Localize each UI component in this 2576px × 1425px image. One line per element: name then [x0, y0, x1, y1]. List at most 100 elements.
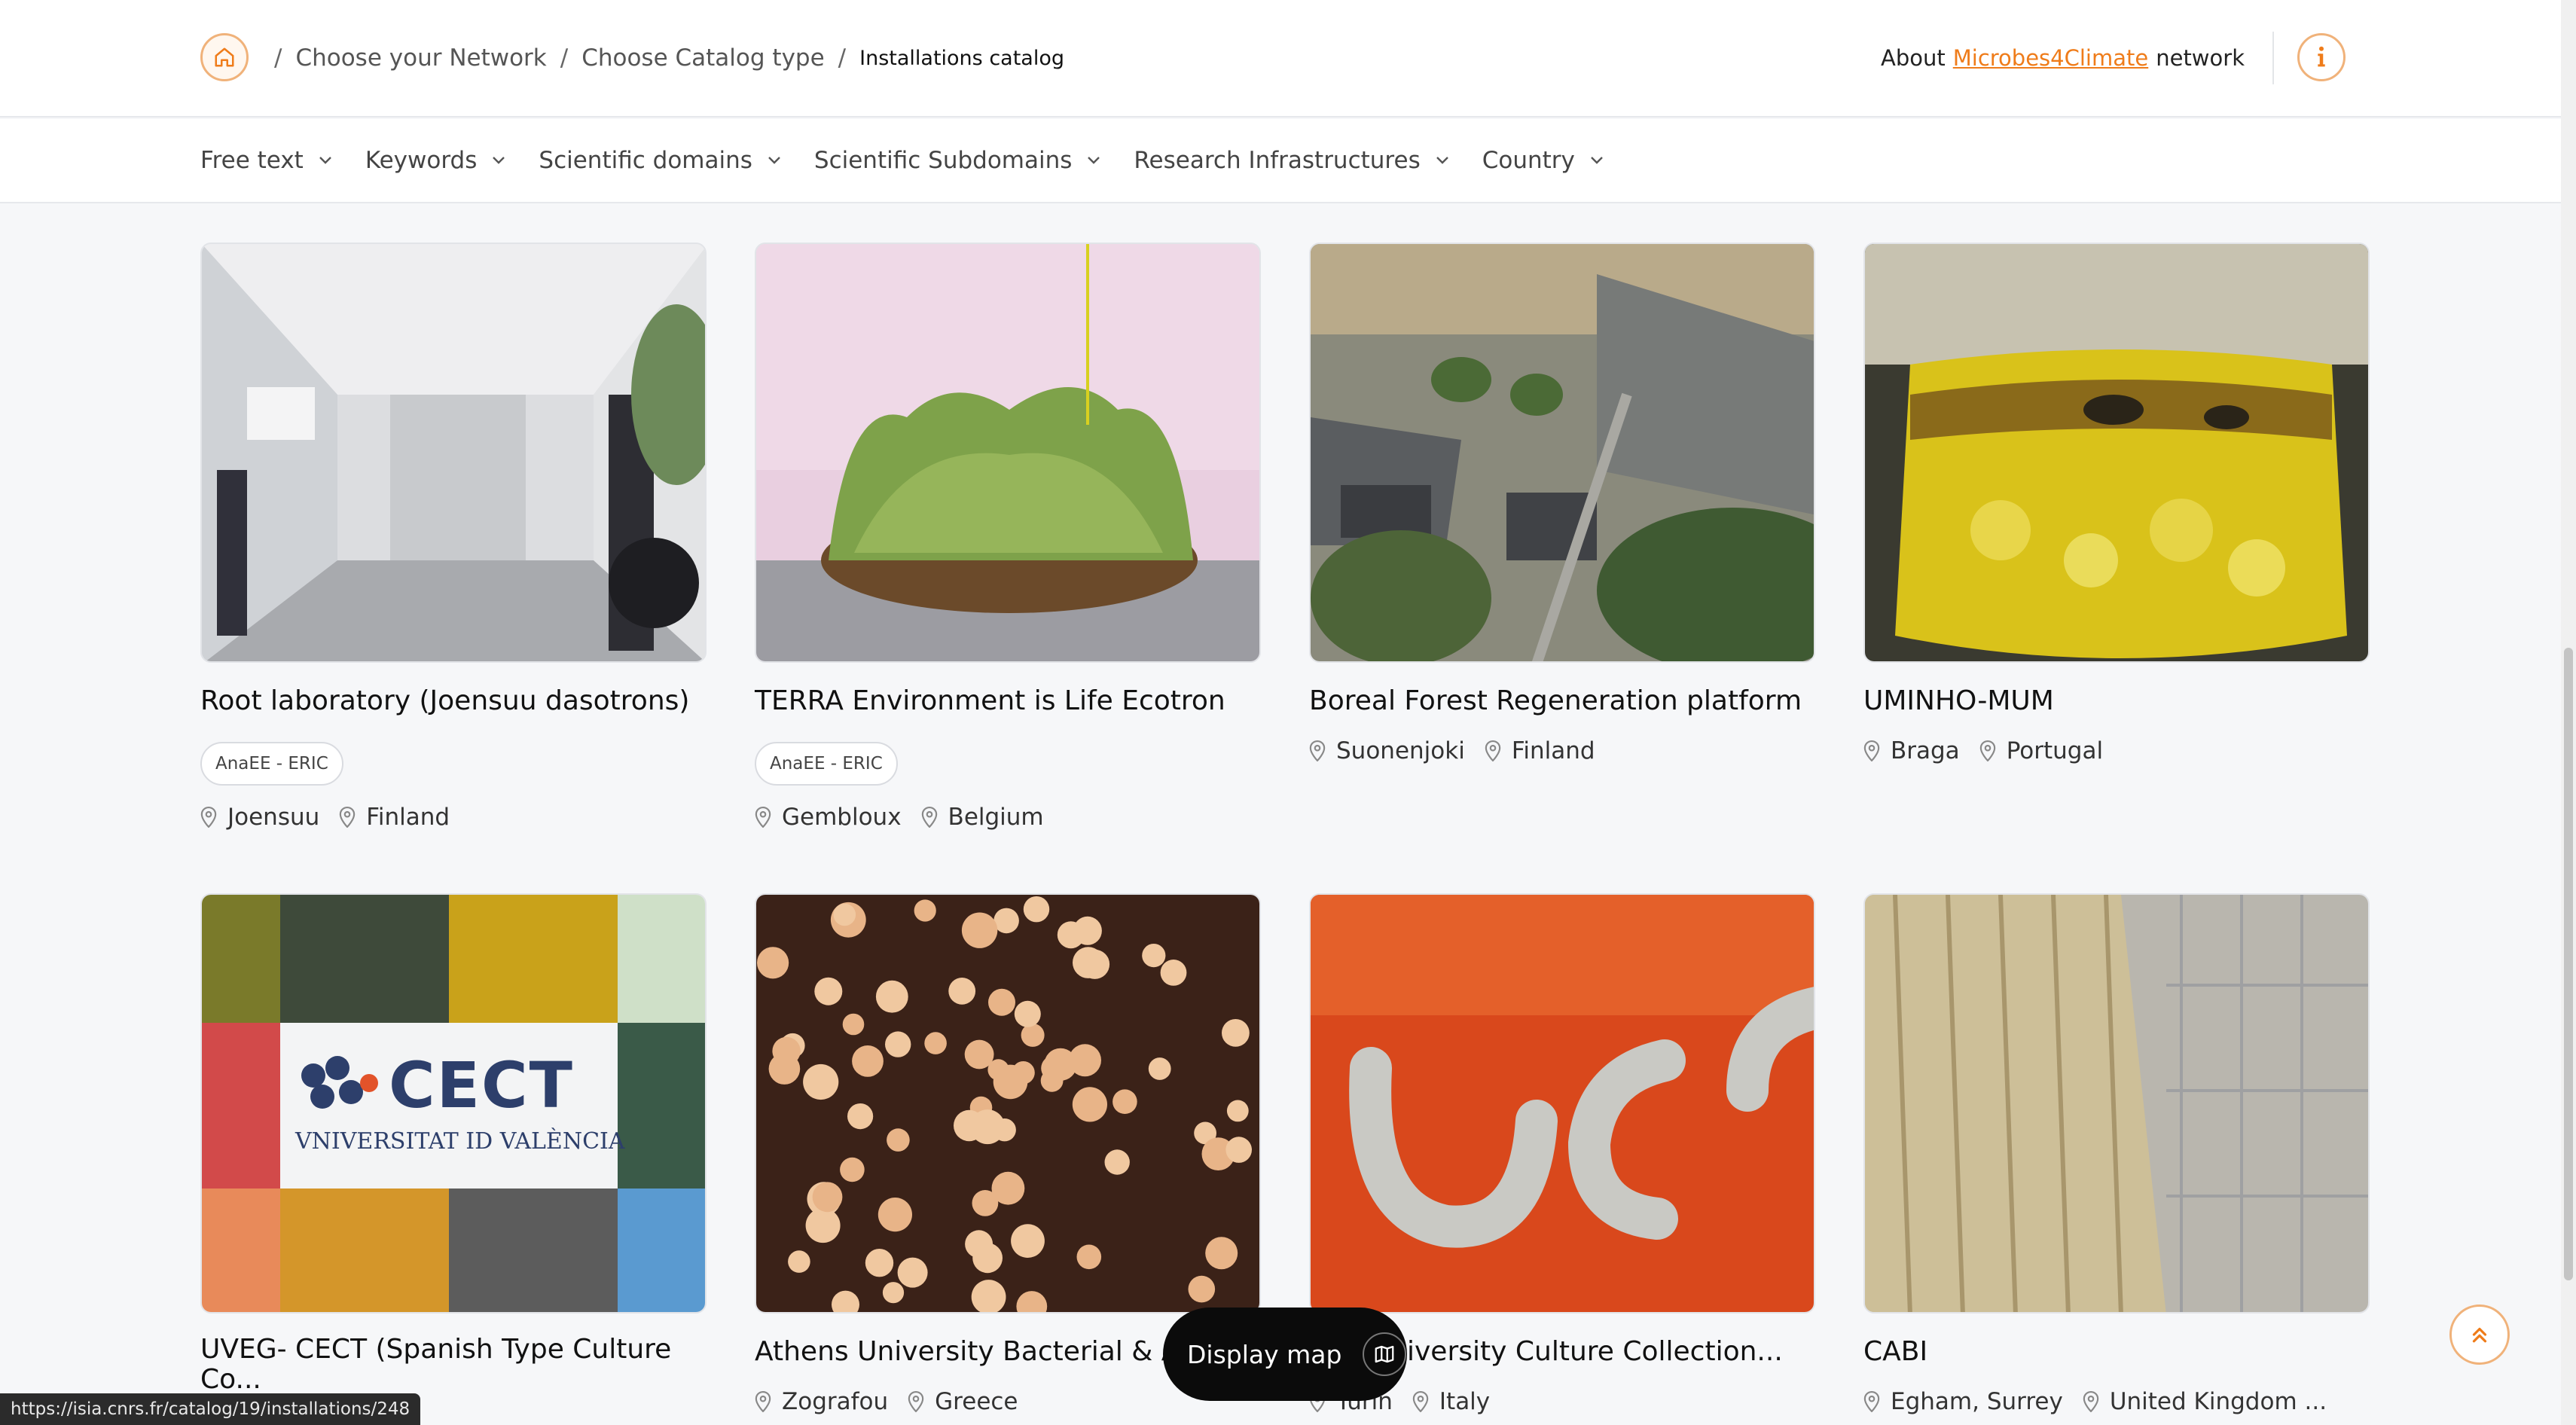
home-button[interactable]: [200, 33, 249, 81]
colony-dot: [842, 1013, 865, 1036]
display-map-button[interactable]: Display map: [1163, 1308, 1407, 1401]
home-icon: [215, 47, 234, 67]
breadcrumb-current: Installations catalog: [859, 46, 1064, 70]
info-button[interactable]: [2297, 33, 2346, 81]
catalog-card[interactable]: Root laboratory (Joensuu dasotrons) AnaE…: [200, 243, 707, 831]
card-location: Braga Portugal: [1863, 737, 2370, 764]
scroll-to-top-button[interactable]: [2449, 1304, 2510, 1365]
colony-dot: [1040, 1070, 1064, 1092]
colony-dot: [993, 1064, 1028, 1100]
card-image[interactable]: [1863, 243, 2370, 663]
location-pin-icon: [1309, 740, 1326, 761]
colony-dot: [772, 1036, 801, 1066]
card-city: Gembloux: [782, 803, 902, 831]
filter-label: Scientific Subdomains: [813, 147, 1073, 174]
filter-label: Country: [1482, 147, 1575, 174]
colony-dot: [1188, 1275, 1216, 1303]
location-pin-icon: [200, 806, 217, 828]
about-prefix: About: [1881, 45, 1946, 71]
colony-dot: [1073, 947, 1104, 978]
colony-dot: [1142, 944, 1166, 968]
location-pin-icon: [1412, 1390, 1429, 1412]
catalog-card[interactable]: TERRA Environment is Life Ecotron AnaEE …: [755, 243, 1261, 831]
chevron-down-icon: [1436, 157, 1448, 164]
card-location: Egham, Surrey United Kingdom ...: [1863, 1388, 2370, 1415]
colony-dot: [847, 1103, 874, 1130]
breadcrumb-separator: /: [838, 44, 847, 72]
catalog-card[interactable]: Boreal Forest Regeneration platform Suon…: [1309, 243, 1815, 764]
colony-dot: [993, 908, 1019, 934]
filter-bar: Free text Keywords Scientific domains Sc…: [0, 119, 2561, 203]
card-title[interactable]: UVEG- CECT (Spanish Type Culture Co...: [200, 1335, 682, 1394]
card-country: Finland: [1511, 737, 1595, 764]
card-image[interactable]: [1309, 893, 1815, 1314]
card-image[interactable]: [755, 893, 1261, 1314]
card-tag: AnaEE - ERIC: [755, 741, 898, 786]
breadcrumb-separator: /: [560, 44, 569, 72]
catalog-card[interactable]: UMINHO-MUM Braga Portugal: [1863, 243, 2370, 764]
network-link[interactable]: Microbes4Climate: [1953, 45, 2148, 71]
filter-scientific-domains[interactable]: Scientific domains: [539, 147, 781, 174]
cect-logo-text: CECT: [389, 1048, 574, 1122]
card-title[interactable]: Boreal Forest Regeneration platform: [1309, 684, 1815, 719]
filter-label: Keywords: [365, 147, 478, 174]
about-network: About Microbes4Climate network: [1881, 39, 2245, 77]
colony-dot: [1222, 1019, 1250, 1047]
card-image[interactable]: [200, 243, 707, 663]
card-city: Joensuu: [227, 803, 320, 831]
filter-label: Free text: [200, 147, 304, 174]
breadcrumb: / Choose your Network / Choose Catalog t…: [261, 39, 1064, 77]
about-suffix: network: [2156, 45, 2245, 71]
colony-dot: [1014, 1000, 1041, 1027]
filter-keywords[interactable]: Keywords: [365, 147, 506, 174]
filter-scientific-subdomains[interactable]: Scientific Subdomains: [814, 147, 1101, 174]
card-city: Braga: [1891, 737, 1960, 764]
card-image[interactable]: [1309, 243, 1815, 663]
colony-dot: [948, 978, 976, 1005]
scrollbar-thumb[interactable]: [2564, 648, 2573, 1280]
colony-dot: [1057, 921, 1085, 949]
card-title[interactable]: Root laboratory (Joensuu dasotrons): [200, 684, 707, 719]
chevron-down-icon: [319, 157, 331, 164]
colony-dot: [852, 1045, 884, 1077]
colony-dot: [865, 1249, 894, 1277]
colony-dot: [757, 947, 789, 979]
chevron-down-icon: [768, 157, 780, 164]
catalog-card[interactable]: CABI Egham, Surrey United Kingdom ...: [1863, 893, 2370, 1415]
catalog-card[interactable]: CECT VNIVERSITAT ID VALÈNCIA UVEG- CECT …: [200, 893, 707, 1394]
chevron-down-icon: [1088, 157, 1100, 164]
location-pin-icon: [340, 806, 356, 828]
colony-dot: [814, 977, 843, 1005]
card-image[interactable]: [1863, 893, 2370, 1314]
colony-dot: [970, 1109, 1006, 1145]
breadcrumb-choose-catalog-type[interactable]: Choose Catalog type: [581, 44, 824, 72]
location-pin-icon: [2083, 1390, 2099, 1412]
card-title[interactable]: UMINHO-MUM: [1863, 684, 2370, 719]
location-pin-icon: [755, 1390, 771, 1412]
location-pin-icon: [1485, 740, 1501, 761]
filter-research-infrastructures[interactable]: Research Infrastructures: [1134, 147, 1448, 174]
card-title[interactable]: CABI: [1863, 1335, 2370, 1370]
location-pin-icon: [921, 806, 937, 828]
chevron-down-icon: [1591, 157, 1603, 164]
colony-dot: [971, 1280, 1006, 1312]
page-scrollbar[interactable]: [2561, 0, 2576, 1425]
filter-label: Scientific domains: [539, 147, 752, 174]
colony-dot: [875, 980, 908, 1013]
filter-free-text[interactable]: Free text: [200, 147, 332, 174]
location-pin-icon: [908, 1390, 924, 1412]
info-icon: [2318, 46, 2325, 67]
filter-country[interactable]: Country: [1482, 147, 1604, 174]
colony-dot: [885, 1031, 911, 1057]
colony-dot: [1021, 1023, 1045, 1047]
colony-dot: [1226, 1100, 1249, 1122]
breadcrumb-choose-network[interactable]: Choose your Network: [295, 44, 546, 72]
card-location: Gembloux Belgium: [755, 804, 1261, 831]
colony-dot: [972, 1243, 1003, 1274]
card-title[interactable]: TERRA Environment is Life Ecotron: [755, 684, 1261, 719]
location-pin-icon: [1863, 1390, 1880, 1412]
colony-dot: [1011, 1224, 1045, 1258]
status-bar-url: https://isia.cnrs.fr/catalog/19/installa…: [0, 1393, 421, 1425]
colony-dot: [882, 1282, 905, 1304]
card-image[interactable]: [755, 243, 1261, 663]
